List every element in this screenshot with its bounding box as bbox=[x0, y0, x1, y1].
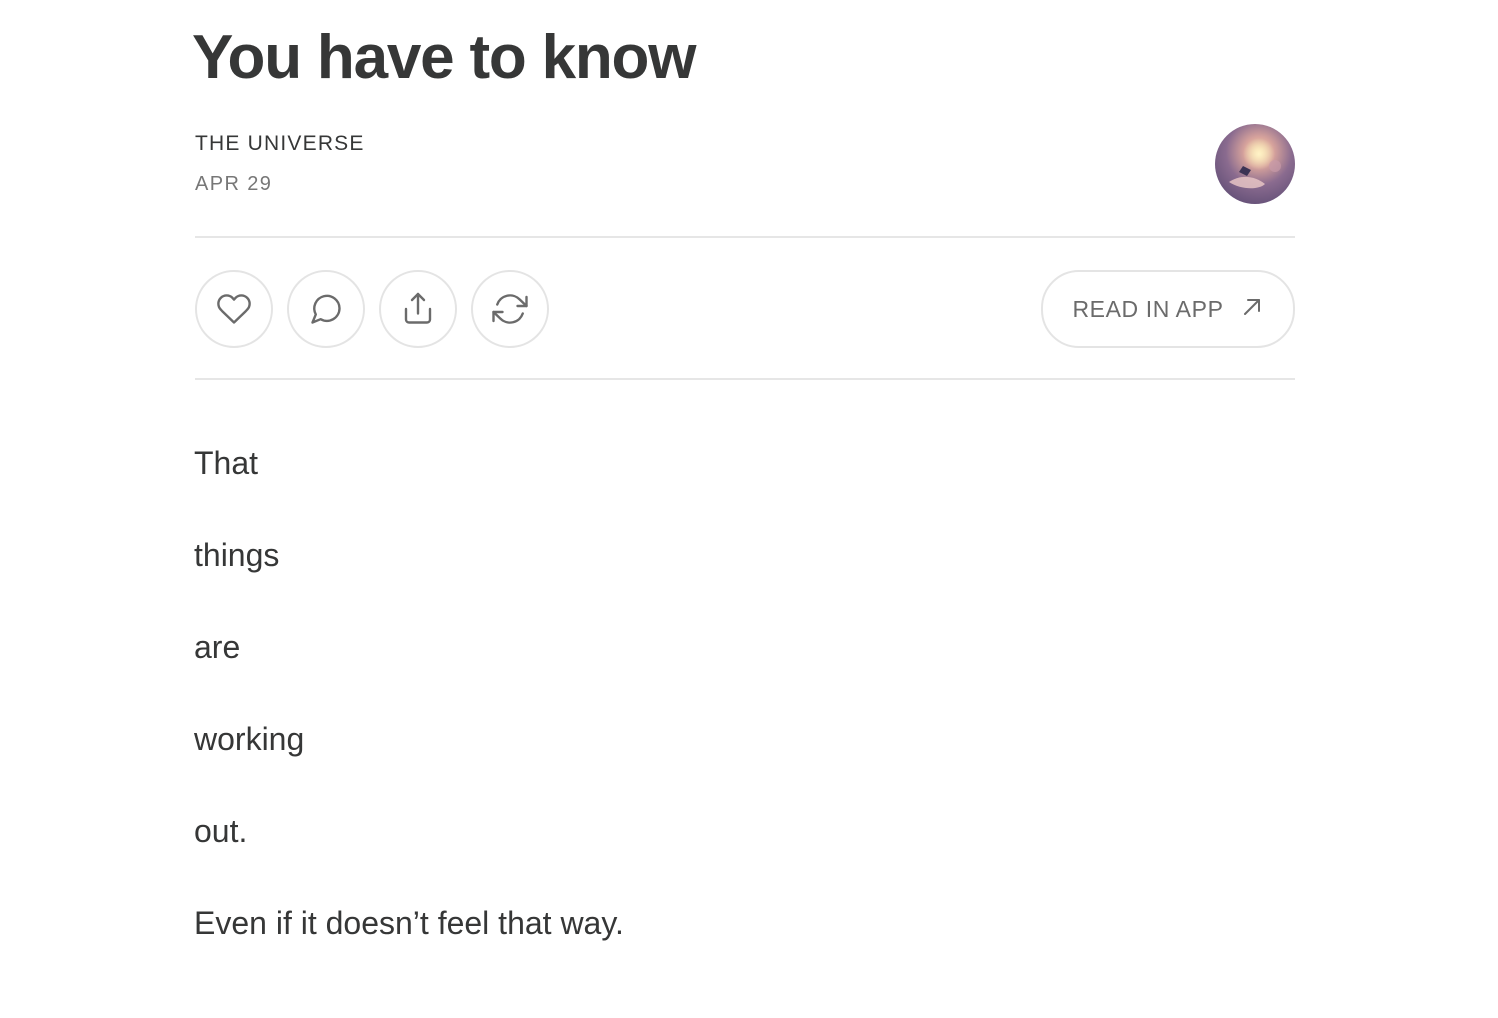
restack-icon bbox=[492, 291, 528, 327]
read-in-app-button[interactable]: READ IN APP bbox=[1041, 270, 1295, 348]
author-avatar[interactable] bbox=[1215, 124, 1295, 204]
read-in-app-label: READ IN APP bbox=[1072, 295, 1224, 322]
post-body: That things are working out. Even if it … bbox=[194, 446, 1294, 998]
share-icon bbox=[400, 291, 436, 327]
arrow-up-right-icon bbox=[1240, 295, 1264, 324]
body-paragraph: That bbox=[194, 445, 259, 481]
post-title: You have to know bbox=[192, 23, 696, 92]
actions-divider bbox=[195, 378, 1295, 380]
body-paragraph: out. bbox=[194, 813, 248, 849]
post-date: APR 29 bbox=[195, 173, 273, 195]
header-divider bbox=[195, 236, 1295, 238]
like-button[interactable] bbox=[195, 270, 273, 348]
body-paragraph: working bbox=[194, 721, 305, 757]
author-name[interactable]: THE UNIVERSE bbox=[195, 131, 365, 157]
body-paragraph: things bbox=[194, 537, 280, 573]
heart-icon bbox=[216, 291, 252, 327]
body-paragraph: are bbox=[194, 629, 241, 665]
post-actions-bar: READ IN APP bbox=[195, 270, 1295, 348]
comment-bubble-icon bbox=[308, 291, 344, 327]
body-paragraph: Even if it doesn’t feel that way. bbox=[194, 905, 624, 941]
comment-button[interactable] bbox=[287, 270, 365, 348]
restack-button[interactable] bbox=[471, 270, 549, 348]
share-button[interactable] bbox=[379, 270, 457, 348]
